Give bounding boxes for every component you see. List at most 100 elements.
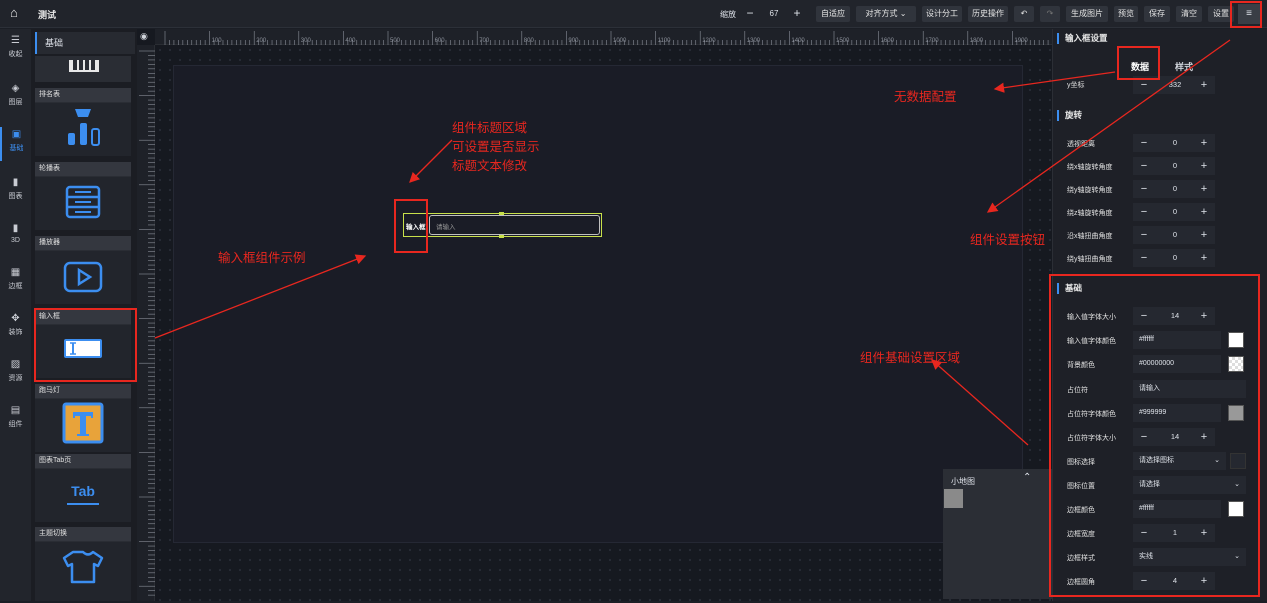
component-card-player[interactable]: 播放器 — [35, 236, 131, 304]
annotation-basic-area: 组件基础设置区域 — [860, 351, 961, 365]
chevron-down-icon: ⌄ — [899, 9, 907, 18]
component-card-tabs[interactable]: 图表Tab页 Tab — [35, 454, 131, 522]
stepper-value[interactable]: 0 — [1155, 249, 1195, 267]
ruler-left-ticks — [139, 50, 155, 596]
annotation-box-input-card — [34, 308, 137, 382]
input-component-placeholder: 请输入 — [436, 224, 456, 231]
auto-fit-button[interactable]: 自适应 — [816, 6, 850, 22]
cube-icon: ▣ — [11, 129, 22, 140]
minimap-viewport[interactable] — [944, 489, 963, 508]
decoration-icon: ✥ — [11, 313, 20, 324]
minus-icon[interactable]: − — [1137, 134, 1151, 152]
minus-icon[interactable]: − — [1137, 249, 1151, 267]
save-button[interactable]: 保存 — [1144, 6, 1170, 22]
left-nav: ☰ 收起 ◈ 图层 ▣ 基础 ▮ 图表 ▮ 3D ▦ 边框 ✥ 装饰 ▨ 资源 ▤ 组件 — [0, 29, 31, 601]
nav-item-resource[interactable]: ▨ 资源 — [0, 357, 31, 391]
skew-x-label: 沿x轴扭曲角度 — [1067, 233, 1113, 240]
annotation-box-menu — [1230, 1, 1262, 28]
plus-icon[interactable]: + — [1197, 134, 1211, 152]
plus-icon[interactable]: + — [1197, 249, 1211, 267]
generate-image-button[interactable]: 生成图片 — [1066, 6, 1108, 22]
nav-item-chart[interactable]: ▮ 图表 — [0, 175, 31, 209]
component-card-partial[interactable] — [35, 56, 131, 82]
plus-icon[interactable]: + — [1197, 226, 1211, 244]
component-card-marquee[interactable]: 跑马灯 — [35, 384, 131, 452]
minus-icon[interactable]: − — [1137, 203, 1151, 221]
redo-icon[interactable]: ↷ — [1040, 6, 1060, 22]
stepper-value[interactable]: 0 — [1155, 203, 1195, 221]
clear-button[interactable]: 清空 — [1176, 6, 1202, 22]
minus-icon[interactable]: − — [1137, 180, 1151, 198]
stepper-value[interactable]: 0 — [1155, 180, 1195, 198]
resize-handle[interactable] — [499, 212, 504, 215]
card-body — [35, 177, 131, 230]
home-icon[interactable]: ⌂ — [10, 6, 24, 20]
annotation-box-title — [394, 199, 428, 253]
align-dropdown-button[interactable]: 对齐方式 ⌄ — [856, 6, 916, 22]
ruler-top: 100 200 300 400 500 600 700 800 900 1000 1100 1200 1… — [155, 29, 1052, 45]
undo-icon[interactable]: ↶ — [1014, 6, 1034, 22]
chevron-up-icon[interactable]: ⌃ — [1023, 472, 1031, 483]
plus-icon[interactable]: + — [1197, 203, 1211, 221]
card-title: 跑马灯 — [35, 384, 131, 398]
component-card-theme[interactable]: 主题切换 — [35, 527, 131, 601]
app-title: 测试 — [38, 10, 57, 20]
minimap-title: 小地图 — [951, 477, 975, 486]
ruler-label: 700 — [479, 38, 490, 44]
rotate-x-stepper[interactable]: −0 + — [1133, 157, 1215, 175]
play-icon — [63, 261, 103, 293]
plus-icon[interactable]: + — [1197, 76, 1211, 94]
input-component[interactable]: 输入框 请输入 — [403, 212, 602, 238]
ruler-ticks: 100 200 300 400 500 600 700 800 900 1000 1100 1200 1… — [164, 31, 1049, 45]
nav-item-border[interactable]: ▦ 边框 — [0, 265, 31, 299]
minimap[interactable]: 小地图 ⌃ — [943, 469, 1052, 599]
3d-chart-icon: ▮ — [12, 223, 19, 234]
plus-icon[interactable]: + — [1197, 157, 1211, 175]
nav-item-basic[interactable]: ▣ 基础 — [0, 127, 31, 161]
stepper-value[interactable]: 0 — [1155, 134, 1195, 152]
input-component-field[interactable]: 请输入 — [429, 215, 600, 235]
nav-label: 图表 — [8, 193, 23, 200]
perspective-stepper[interactable]: −0 + — [1133, 134, 1215, 152]
resize-handle[interactable] — [499, 235, 504, 238]
plus-icon[interactable]: + — [1197, 180, 1211, 198]
stepper-value[interactable]: 0 — [1155, 226, 1195, 244]
zoom-in-button[interactable]: + — [789, 5, 805, 21]
top-toolbar: ⌂ 测试 缩放 − 67 + 自适应 对齐方式 ⌄ 设计分工 历史操作 ↶ ↷ … — [0, 0, 1267, 28]
eye-icon[interactable]: ◉ — [140, 31, 148, 42]
history-button[interactable]: 历史操作 — [968, 6, 1008, 22]
zoom-out-button[interactable]: − — [742, 5, 758, 21]
skew-x-stepper[interactable]: −0 + — [1133, 226, 1215, 244]
tab-icon: Tab — [71, 483, 95, 499]
nav-label: 边框 — [8, 283, 23, 290]
stepper-value[interactable]: 0 — [1155, 157, 1195, 175]
nav-label: 3D — [11, 237, 20, 244]
preview-button[interactable]: 预览 — [1114, 6, 1138, 22]
tab-style[interactable]: 样式 — [1175, 60, 1193, 73]
nav-item-collapse[interactable]: ☰ 收起 — [0, 33, 31, 67]
skew-y-stepper[interactable]: −0 + — [1133, 249, 1215, 267]
minus-icon[interactable]: − — [1137, 157, 1151, 175]
nav-item-layers[interactable]: ◈ 图层 — [0, 81, 31, 115]
canvas-area[interactable]: ◉ 100 200 300 400 500 600 700 800 900 1000 1100 120… — [137, 29, 1052, 601]
nav-item-component[interactable]: ▤ 组件 — [0, 403, 31, 437]
annotation-title-area-3: 标题文本修改 — [452, 159, 528, 173]
screen-stage[interactable]: 输入框 请输入 — [173, 65, 1023, 543]
component-card-carousel-table[interactable]: 轮播表 — [35, 162, 131, 230]
zoom-value-input[interactable]: 67 — [762, 7, 786, 21]
rotate-y-stepper[interactable]: −0 + — [1133, 180, 1215, 198]
component-card-ranking[interactable]: 排名表 — [35, 88, 131, 156]
rotate-x-label: 绕x轴旋转角度 — [1067, 164, 1113, 171]
nav-item-decoration[interactable]: ✥ 装饰 — [0, 311, 31, 345]
align-label: 对齐方式 — [865, 9, 898, 18]
ruler-left — [137, 45, 155, 601]
card-body — [35, 251, 131, 304]
design-split-button[interactable]: 设计分工 — [922, 6, 962, 22]
rotate-z-stepper[interactable]: −0 + — [1133, 203, 1215, 221]
ruler-label: 900 — [568, 38, 579, 44]
y-coordinate-value[interactable]: 332 — [1155, 76, 1195, 94]
nav-label: 装饰 — [8, 329, 23, 336]
nav-item-3d[interactable]: ▮ 3D — [0, 221, 31, 255]
ruler-label: 1800 — [970, 38, 984, 44]
minus-icon[interactable]: − — [1137, 226, 1151, 244]
